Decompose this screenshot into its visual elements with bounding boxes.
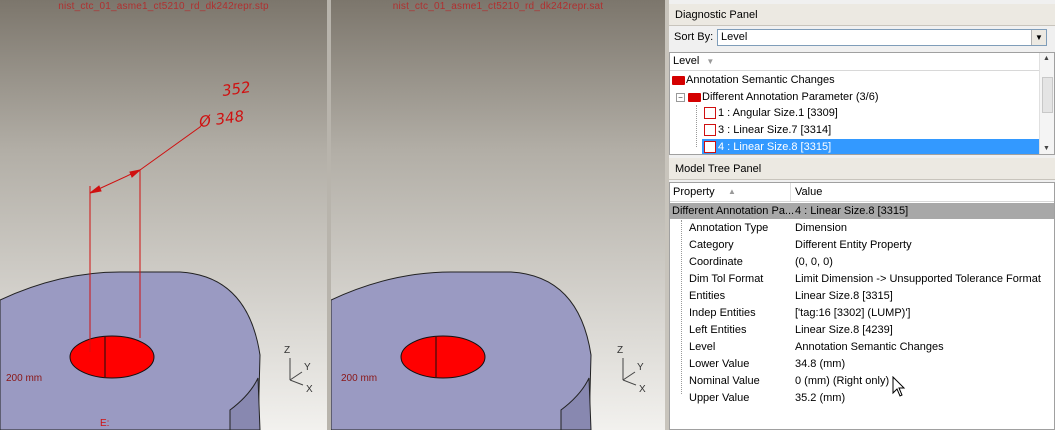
- tree-node[interactable]: 1 : Angular Size.1 [3309]: [704, 105, 838, 121]
- dropdown-arrow-icon[interactable]: ▼: [1031, 30, 1046, 45]
- tree-node-label: 3 : Linear Size.7 [3314]: [718, 124, 832, 136]
- column-divider[interactable]: [790, 183, 791, 201]
- sort-value: Level: [721, 31, 748, 43]
- checkbox[interactable]: [704, 141, 716, 154]
- property-value: 35.2 (mm): [795, 392, 846, 404]
- checkbox[interactable]: [704, 124, 716, 137]
- sort-label: Sort By:: [674, 31, 714, 43]
- group-value: 4 : Linear Size.8 [3315]: [795, 205, 909, 217]
- property-key: Category: [689, 239, 734, 251]
- scroll-thumb[interactable]: [1042, 77, 1053, 113]
- property-value: Annotation Semantic Changes: [795, 341, 944, 353]
- property-row[interactable]: Nominal Value 0 (mm) (Right only): [670, 373, 1054, 389]
- property-key: Left Entities: [689, 324, 747, 336]
- collapse-icon[interactable]: −: [676, 93, 685, 102]
- axis-y-label: Y: [637, 362, 644, 373]
- property-value: 0 (mm) (Right only): [795, 375, 890, 387]
- sort-row: Sort By: Level ▼: [669, 27, 1055, 49]
- viewport-left[interactable]: nist_ctc_01_asme1_ct5210_rd_dk242repr.st…: [0, 0, 327, 430]
- side-panel: Diagnostic Panel Sort By: Level ▼ Level …: [669, 0, 1055, 430]
- property-grid[interactable]: Property ▲ Value Different Annotation Pa…: [669, 182, 1055, 430]
- scroll-down-icon[interactable]: ▼: [1043, 145, 1050, 152]
- sort-up-icon: ▲: [728, 187, 736, 196]
- diagnostic-tree[interactable]: Level ▼ Annotation Semantic Changes − Di…: [669, 52, 1055, 155]
- scale-label: 200 mm: [6, 373, 43, 384]
- axis-x-label: X: [639, 384, 646, 395]
- tree-node[interactable]: Different Annotation Parameter (3/6): [688, 89, 879, 105]
- folder-icon: [672, 75, 685, 85]
- viewport-right-canvas[interactable]: [331, 0, 665, 430]
- scale-label: 200 mm: [341, 373, 378, 384]
- property-row[interactable]: Dim Tol Format Limit Dimension -> Unsuppo…: [670, 271, 1054, 287]
- property-value: Dimension: [795, 222, 847, 234]
- viewport-right[interactable]: nist_ctc_01_asme1_ct5210_rd_dk242repr.sa…: [331, 0, 665, 430]
- column-header-property[interactable]: Property: [673, 183, 715, 201]
- hole: [69, 335, 155, 379]
- tree-node[interactable]: 3 : Linear Size.7 [3314]: [704, 122, 831, 138]
- sort-select[interactable]: Level ▼: [717, 29, 1047, 46]
- tree-scrollbar[interactable]: ▲ ▼: [1039, 53, 1054, 154]
- model-tree-panel-title: Model Tree Panel: [669, 158, 1055, 180]
- property-key: Dim Tol Format: [689, 273, 764, 285]
- viewport-title: nist_ctc_01_asme1_ct5210_rd_dk242repr.sa…: [392, 1, 604, 12]
- tree-node-label: Annotation Semantic Changes: [686, 74, 835, 86]
- tree-node-label: 4 : Linear Size.8 [3315]: [718, 141, 832, 153]
- property-row[interactable]: Level Annotation Semantic Changes: [670, 339, 1054, 355]
- checkbox[interactable]: [704, 107, 716, 120]
- property-value: ['tag:16 [3302] (LUMP)']: [795, 307, 911, 319]
- column-header-value[interactable]: Value: [795, 183, 822, 201]
- property-row[interactable]: Lower Value 34.8 (mm): [670, 356, 1054, 372]
- scroll-up-icon[interactable]: ▲: [1043, 55, 1050, 62]
- property-key: Indep Entities: [689, 307, 756, 319]
- tree-node-label: Different Annotation Parameter (3/6): [702, 91, 879, 103]
- property-key: Level: [689, 341, 716, 353]
- property-key: Upper Value: [689, 392, 750, 404]
- axis-z-label: Z: [617, 345, 624, 356]
- property-row[interactable]: Coordinate (0, 0, 0): [670, 254, 1054, 270]
- diagnostic-panel-title: Diagnostic Panel: [669, 4, 1055, 26]
- property-value: Different Entity Property: [795, 239, 912, 251]
- property-row[interactable]: Category Different Entity Property: [670, 237, 1054, 253]
- property-key: Annotation Type: [689, 222, 769, 234]
- property-row[interactable]: Entities Linear Size.8 [3315]: [670, 288, 1054, 304]
- viewport-left-canvas[interactable]: [0, 0, 327, 430]
- tree-node[interactable]: Annotation Semantic Changes: [672, 72, 835, 88]
- property-grid-header: Property ▲ Value: [670, 183, 1054, 202]
- sort-arrow-icon: ▼: [706, 57, 715, 66]
- property-value: Limit Dimension -> Unsupported Tolerance…: [795, 273, 1041, 285]
- property-row[interactable]: Indep Entities ['tag:16 [3302] (LUMP)']: [670, 305, 1054, 321]
- property-group-row[interactable]: Different Annotation Pa... 4 : Linear Si…: [670, 203, 1054, 219]
- mouse-cursor-icon: [892, 376, 906, 397]
- hole: [400, 335, 486, 379]
- axis-y-label: Y: [304, 362, 311, 373]
- partial-label: E:: [100, 418, 110, 429]
- property-value: (0, 0, 0): [795, 256, 833, 268]
- tree-guide: [696, 105, 698, 147]
- property-row[interactable]: Annotation Type Dimension: [670, 220, 1054, 236]
- property-key: Lower Value: [689, 358, 750, 370]
- property-value: Linear Size.8 [4239]: [795, 324, 893, 336]
- property-row[interactable]: Upper Value 35.2 (mm): [670, 390, 1054, 406]
- folder-icon: [688, 92, 701, 102]
- property-value: Linear Size.8 [3315]: [795, 290, 893, 302]
- viewport-title: nist_ctc_01_asme1_ct5210_rd_dk242repr.st…: [58, 1, 269, 12]
- group-key: Different Annotation Pa...: [672, 205, 795, 217]
- tree-node-label: 1 : Angular Size.1 [3309]: [718, 107, 838, 119]
- column-header-label: Level: [673, 55, 700, 67]
- property-row[interactable]: Left Entities Linear Size.8 [4239]: [670, 322, 1054, 338]
- axis-z-label: Z: [284, 345, 291, 356]
- column-header-level[interactable]: Level ▼: [670, 53, 1054, 71]
- tree-node-selected[interactable]: 4 : Linear Size.8 [3315]: [702, 139, 1044, 154]
- property-value: 34.8 (mm): [795, 358, 846, 370]
- property-key: Coordinate: [689, 256, 743, 268]
- property-key: Nominal Value: [689, 375, 760, 387]
- property-key: Entities: [689, 290, 726, 302]
- axis-x-label: X: [306, 384, 313, 395]
